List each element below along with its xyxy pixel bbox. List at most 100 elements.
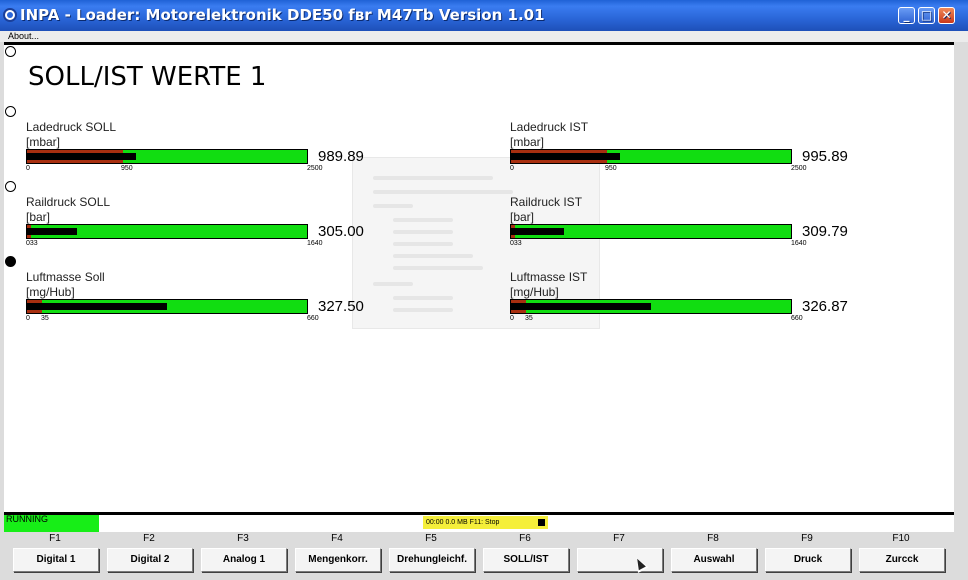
radio-indicator-1[interactable] [5,46,16,57]
gauge-value: 995.89 [802,148,848,165]
stop-icon[interactable] [538,519,545,526]
gauge-tick-max: 1640 [307,240,323,247]
fkey-f7: F7 [574,532,664,578]
gauge-unit: [bar] [26,210,51,224]
gauge-value: 305.00 [318,223,364,240]
fkey-label: F10 [892,533,910,544]
gauge-fill [27,153,137,160]
radio-indicator-4[interactable] [5,256,16,267]
gauge-value: 989.89 [318,148,364,165]
gauge-unit: [mg/Hub] [26,285,75,299]
fkey-f3: F3 Analog 1 [198,532,288,578]
gauge-value: 327.50 [318,298,364,315]
gauge-label: Ladedruck SOLL [26,120,117,134]
gauge-tick-mid: 35 [41,315,49,322]
fkey-f4: F4 Mengenkorr. [292,532,382,578]
fkey-f10: F10 Zurсck [856,532,946,578]
window-titlebar[interactable]: INPA - Loader: Motorelektronik DDE50 fвr… [0,0,968,31]
gauge-label: Luftmasse IST [510,270,588,284]
fkey-f2: F2 Digital 2 [104,532,194,578]
gauge-label: Raildruck SOLL [26,195,111,209]
menubar: About... [0,31,968,42]
gauge-value: 326.87 [802,298,848,315]
gauge-fill [27,303,167,310]
gauge-tick-mid: 950 [605,165,617,172]
soll-ist-button[interactable]: SOLL/IST [483,548,569,572]
page-title: SOLL/IST WERTE 1 [28,62,267,92]
fkey-f8: F8 Auswahl [668,532,758,578]
fkey-label: F7 [613,533,625,544]
gauge-tick-min: 033 [26,240,38,247]
gauge-bar [26,224,308,239]
memory-indicator: 00:00 0.0 MB F11: Stop [423,516,548,529]
gauge-tick-max: 2500 [307,165,323,172]
function-key-bar: F1 Digital 1 F2 Digital 2 F3 Analog 1 F4… [4,532,954,580]
drehungleichf-button[interactable]: Drehungleichf. [389,548,475,572]
f7-button[interactable] [577,548,663,572]
status-bar: RUNNING 00:00 0.0 MB F11: Stop [4,515,954,532]
druck-button[interactable]: Druck [765,548,851,572]
gauge-label: Raildruck IST [510,195,583,209]
gauge-tick-max: 1640 [791,240,807,247]
gauge-bar [510,224,792,239]
fkey-f6: F6 SOLL/IST [480,532,570,578]
gauge-raildruck-ist: Raildruck IST [bar] 309.79 033 1640 [510,195,870,265]
gauge-unit: [mg/Hub] [510,285,559,299]
fkey-f1: F1 Digital 1 [10,532,100,578]
gauge-label: Ladedruck IST [510,120,589,134]
gauge-fill [27,228,78,235]
gauge-unit: [mbar] [26,135,61,149]
window-title: INPA - Loader: Motorelektronik DDE50 fвr… [20,6,545,24]
gauge-fill [511,153,621,160]
gauge-tick-min: 0 [26,315,30,322]
fkey-label: F9 [801,533,813,544]
gauge-ladedruck-soll: Ladedruck SOLL [mbar] 989.89 0 950 2500 [26,120,386,190]
maximize-button[interactable]: □ [918,7,935,24]
fkey-label: F5 [425,533,437,544]
gauge-tick-mid: 35 [525,315,533,322]
gauge-unit: [mbar] [510,135,545,149]
status-running: RUNNING [4,515,99,532]
gauge-bar [26,299,308,314]
auswahl-button[interactable]: Auswahl [671,548,757,572]
radio-indicator-2[interactable] [5,106,16,117]
gauge-tick-min: 0 [26,165,30,172]
fkey-label: F4 [331,533,343,544]
gauge-bar [26,149,308,164]
mengenkorr-button[interactable]: Mengenkorr. [295,548,381,572]
menu-about[interactable]: About... [8,31,39,42]
fkey-label: F2 [143,533,155,544]
gauge-ladedruck-ist: Ladedruck IST [mbar] 995.89 0 950 2500 [510,120,870,190]
gauge-tick-max: 660 [791,315,803,322]
gauge-fill [511,303,651,310]
gauge-fill [511,228,565,235]
gauge-raildruck-soll: Raildruck SOLL [bar] 305.00 033 1640 [26,195,386,265]
gauge-bar [510,149,792,164]
digital-1-button[interactable]: Digital 1 [13,548,99,572]
digital-2-button[interactable]: Digital 2 [107,548,193,572]
gauge-tick-mid: 950 [121,165,133,172]
gauge-tick-max: 2500 [791,165,807,172]
gauge-luftmasse-ist: Luftmasse IST [mg/Hub] 326.87 0 35 660 [510,270,870,340]
fkey-f9: F9 Druck [762,532,852,578]
fkey-label: F8 [707,533,719,544]
gauge-value: 309.79 [802,223,848,240]
fkey-label: F1 [49,533,61,544]
memory-text: 00:00 0.0 MB F11: Stop [426,519,500,526]
gauge-tick-max: 660 [307,315,319,322]
gauge-tick-min: 0 [510,165,514,172]
gauge-bar [510,299,792,314]
close-button[interactable]: ✕ [938,7,955,24]
zurueck-button[interactable]: Zurсck [859,548,945,572]
app-icon [3,8,17,22]
fkey-label: F3 [237,533,249,544]
fkey-label: F6 [519,533,531,544]
minimize-button[interactable]: _ [898,7,915,24]
gauge-tick-min: 0 [510,315,514,322]
radio-indicator-3[interactable] [5,181,16,192]
gauge-tick-min: 033 [510,240,522,247]
gauge-unit: [bar] [510,210,535,224]
analog-1-button[interactable]: Analog 1 [201,548,287,572]
gauge-luftmasse-soll: Luftmasse Soll [mg/Hub] 327.50 0 35 660 [26,270,386,340]
fkey-f5: F5 Drehungleichf. [386,532,476,578]
